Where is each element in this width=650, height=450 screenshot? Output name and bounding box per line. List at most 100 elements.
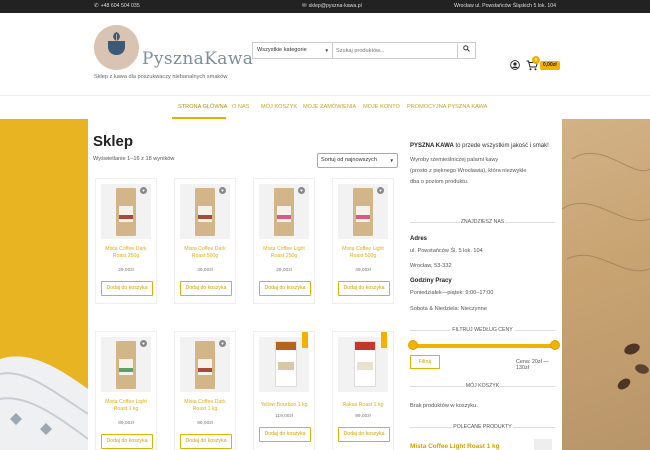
add-to-cart-button[interactable]: Dodaj do koszyka — [338, 427, 390, 442]
hours-weekend: Sobota & Niedziela: Nieczynne — [410, 306, 487, 312]
product-card[interactable]: ♥ Mista Coffee Light Roast 250g 29,00zł … — [253, 178, 315, 304]
logo[interactable] — [94, 25, 139, 70]
cart-empty-text: Brak produktów w koszyku. — [410, 403, 478, 409]
add-to-cart-button[interactable]: Dodaj do koszyka — [180, 434, 232, 449]
coffee-bag-image — [195, 341, 215, 389]
cart-total[interactable]: 0,00zł — [540, 61, 560, 70]
sidebar-brand: PYSZNA KAWA — [410, 143, 454, 149]
find-us-heading: Znajdziesz nas — [410, 219, 555, 225]
wishlist-icon[interactable]: ♥ — [140, 187, 147, 194]
fabric-decoration — [0, 356, 89, 450]
sidebar-intro-line: Wyroby rzemieślniczej palarni kawy — [410, 157, 499, 163]
product-image[interactable]: ♥ — [180, 184, 230, 239]
sidebar-intro-rest: to przede wszystkim jakość i smak! — [453, 143, 549, 149]
add-to-cart-button[interactable]: Dodaj do koszyka — [259, 427, 311, 442]
product-image[interactable]: ♥ — [259, 184, 309, 239]
coffee-bag-image — [274, 188, 294, 236]
nav-cart[interactable]: Mój koszyk — [261, 96, 297, 119]
coffee-box-image — [354, 341, 376, 387]
phone-text: +48 604 504 035 — [100, 3, 140, 9]
product-card[interactable]: ♥ Mista Coffee Dark Roast 250g 29,00zł D… — [95, 178, 157, 304]
envelope-icon: ✉ — [302, 3, 307, 9]
product-image[interactable]: ♥ — [180, 337, 230, 392]
price-slider-min-handle[interactable] — [408, 340, 418, 350]
add-to-cart-button[interactable]: Dodaj do koszyka — [180, 281, 232, 296]
nav-home[interactable]: Strona główna — [178, 96, 227, 119]
product-card[interactable]: Rakas Roast 1 kg 99,00zł Dodaj do koszyk… — [332, 331, 394, 450]
sidebar-intro-line: (prosto z pięknego Wrocławia), która nie… — [410, 168, 527, 174]
product-name[interactable]: Mista Coffee Light Roast 250g — [256, 246, 312, 259]
my-cart-title: Mój koszyk — [465, 383, 500, 389]
topbar-address: Wrocław ul. Powstańców Śląskich 5 lok. 1… — [454, 3, 556, 9]
coffee-bag-image — [116, 188, 136, 236]
address-line: ul. Powstańców Śl. 5 lok. 104 — [410, 248, 483, 254]
coffee-bag-image — [353, 188, 373, 236]
sidebar-intro-line: dba o poziom produktu. — [410, 179, 469, 185]
my-cart-heading: Mój koszyk — [410, 383, 555, 389]
topbar-email[interactable]: ✉ sklep@pyszna-kawa.pl — [302, 0, 362, 13]
brand-name[interactable]: PysznaKawa — [142, 49, 253, 69]
add-to-cart-button[interactable]: Dodaj do koszyka — [338, 281, 390, 296]
background-right — [561, 119, 650, 450]
product-name[interactable]: Mista Coffee Dark Roast 1 kg — [177, 399, 233, 412]
top-bar: ✆ +48 604 504 035 ✉ sklep@pyszna-kawa.pl W… — [0, 0, 650, 13]
wishlist-icon[interactable]: ♥ — [140, 340, 147, 347]
product-image[interactable]: ♥ — [101, 337, 151, 392]
page-title: Sklep — [93, 133, 134, 150]
sort-select[interactable]: Sortuj od najnowszych ▼ — [317, 153, 398, 168]
featured-product-name[interactable]: Mista Coffee Light Roast 1 kg — [410, 443, 499, 450]
product-name[interactable]: Mista Coffee Dark Roast 250g — [98, 246, 154, 259]
main-content: Sklep Wyświetlanie 1–16 z 18 wyników Sor… — [88, 119, 562, 450]
price-range-text: Cena: 20zł — 130zł — [516, 359, 549, 371]
add-to-cart-button[interactable]: Dodaj do koszyka — [101, 281, 153, 296]
product-image[interactable]: ♥ — [338, 184, 388, 239]
coffee-bag-image — [116, 341, 136, 389]
add-to-cart-button[interactable]: Dodaj do koszyka — [101, 434, 153, 449]
add-to-cart-button[interactable]: Dodaj do koszyka — [259, 281, 311, 296]
phone-icon: ✆ — [94, 3, 99, 9]
product-card[interactable]: ♥ Mista Coffee Light Roast 500g 49,00zł … — [332, 178, 394, 304]
product-price: 89,00zł — [197, 421, 213, 426]
wishlist-icon[interactable]: ♥ — [377, 187, 384, 194]
brand-tagline: Sklep z kawa dla poszukwaczy niebanalnyc… — [94, 74, 228, 80]
product-name[interactable]: Rakas Roast 1 kg — [335, 402, 391, 409]
main-nav: Strona główna O nas Mój koszyk Moje zamó… — [0, 95, 650, 119]
find-us-title: Znajdziesz nas — [460, 219, 505, 225]
price-slider-track[interactable] — [412, 344, 554, 348]
product-price: 49,00zł — [355, 268, 371, 273]
product-image[interactable]: ♥ — [101, 184, 151, 239]
promo-flag — [381, 332, 387, 348]
product-card[interactable]: ♥ Mista Coffee Light Roast 1 kg 89,00zł … — [95, 331, 157, 450]
wishlist-icon[interactable]: ♥ — [219, 187, 226, 194]
coffee-sack-decoration — [561, 152, 650, 390]
leaf-icon — [113, 32, 120, 41]
filter-button[interactable]: Filtruj — [410, 355, 440, 369]
nav-promo[interactable]: Promocyjna Pyszna Kawa — [407, 96, 487, 119]
sort-select-value: Sortuj od najnowszych — [321, 157, 377, 163]
featured-heading: Polecane produkty — [410, 424, 555, 430]
product-card[interactable]: ♥ Mista Coffee Dark Roast 1 kg 89,00zł D… — [174, 331, 236, 450]
nav-orders[interactable]: Moje zamówienia — [303, 96, 356, 119]
featured-product-image[interactable] — [534, 439, 552, 450]
search-input[interactable] — [333, 43, 457, 58]
nav-account[interactable]: Moje konto — [363, 96, 400, 119]
nav-about[interactable]: O nas — [232, 96, 249, 119]
product-name[interactable]: Mista Coffee Light Roast 500g — [335, 246, 391, 259]
wishlist-icon[interactable]: ♥ — [219, 340, 226, 347]
price-filter-title: Filtruj według ceny — [452, 327, 513, 333]
hours-weekdays: Poniedziałek—piątek: 9:00–17:00 — [410, 290, 494, 296]
product-name[interactable]: Mista Coffee Light Roast 1 kg — [98, 399, 154, 412]
product-name[interactable]: Yellow Bourbon 1 kg — [256, 402, 312, 409]
price-slider-max-handle[interactable] — [550, 340, 560, 350]
product-card[interactable]: ♥ Mista Coffee Dark Roast 500g 49,00zł D… — [174, 178, 236, 304]
product-name[interactable]: Mista Coffee Dark Roast 500g — [177, 246, 233, 259]
category-select[interactable]: Wszystkie kategorie ▼ — [253, 43, 333, 58]
user-account-icon[interactable] — [510, 60, 520, 70]
search-button[interactable] — [457, 43, 475, 58]
coffee-bag-image — [195, 188, 215, 236]
search-icon — [463, 45, 470, 52]
topbar-phone[interactable]: ✆ +48 604 504 035 — [94, 0, 140, 13]
wishlist-icon[interactable]: ♥ — [298, 187, 305, 194]
chevron-down-icon: ▼ — [389, 158, 394, 163]
product-card[interactable]: Yellow Bourbon 1 kg 119,00zł Dodaj do ko… — [253, 331, 315, 450]
